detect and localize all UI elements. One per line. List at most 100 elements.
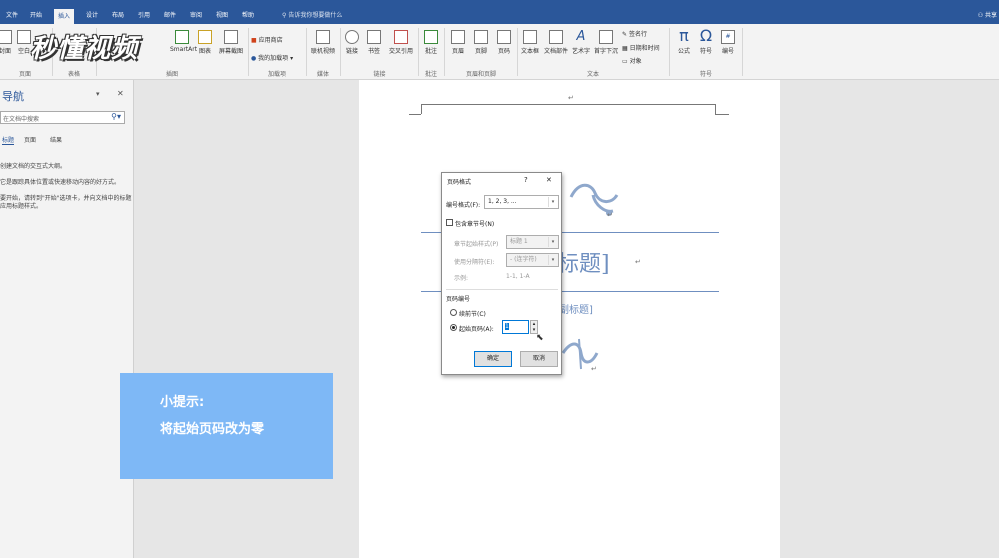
hint-overlay: 小提示: 将起始页码改为零 <box>120 373 333 479</box>
continue-radio[interactable] <box>450 309 457 316</box>
group-label-illustrations: 插图 <box>165 71 178 78</box>
symbol-button[interactable]: Ω 符号 <box>696 26 716 56</box>
paragraph-mark: ↵ <box>635 258 641 266</box>
group-separator <box>444 28 445 76</box>
footer-button[interactable]: 页脚 <box>471 30 491 55</box>
nav-tab-headings[interactable]: 标题 <box>2 135 15 145</box>
signature-line-button[interactable]: ✎ 签名行 <box>622 29 647 38</box>
chart-button[interactable]: 图表 <box>196 30 214 55</box>
group-separator <box>669 28 670 76</box>
start-at-input[interactable]: 1 <box>502 320 529 334</box>
textbox-icon <box>523 30 537 44</box>
drop-cap-button[interactable]: 首字下沉 <box>593 30 619 55</box>
wordart-icon: A <box>576 29 586 44</box>
tab-layout[interactable]: 布局 <box>108 8 128 24</box>
globe-link-icon <box>345 30 359 44</box>
number-button[interactable]: # 编号 <box>718 30 738 55</box>
doc-title[interactable]: 标题] <box>557 246 610 278</box>
smartart-button[interactable]: SmartArt <box>170 30 197 53</box>
cancel-button[interactable]: 取消 <box>520 351 558 367</box>
number-format-select[interactable]: 1, 2, 3, ... ▾ <box>484 195 559 209</box>
store-bag-icon: ■ <box>251 37 259 44</box>
nav-title: 导航 <box>2 90 24 103</box>
doc-subtitle[interactable]: 副标题] <box>559 301 593 316</box>
wordart-button[interactable]: A 艺术字 <box>571 29 591 56</box>
tab-references[interactable]: 引用 <box>134 8 154 24</box>
group-label-addins: 加载项 <box>267 71 286 78</box>
mouse-cursor-icon: ⬉ <box>536 333 544 343</box>
margin-marker <box>715 114 729 115</box>
navigation-pane: 导航 ▾ ✕ 在文档中搜索 ⚲▾ 标题 页面 结果 创建文档的交互式大纲。 它是… <box>0 80 134 558</box>
link-button[interactable]: 链接 <box>343 30 361 55</box>
tab-review[interactable]: 审阅 <box>186 8 206 24</box>
page-number-button[interactable]: 页码 <box>494 30 514 55</box>
start-at-spinner[interactable]: ▴ ▾ <box>530 320 538 334</box>
quick-parts-button[interactable]: 文档部件 <box>543 30 569 55</box>
close-button[interactable]: ✕ <box>546 176 552 184</box>
group-label-symbols: 符号 <box>699 71 712 78</box>
nav-options-button[interactable]: ▾ <box>96 90 100 98</box>
group-separator <box>517 28 518 76</box>
nav-search-input[interactable]: 在文档中搜索 <box>3 114 39 123</box>
tab-file[interactable]: 文件 <box>2 8 22 24</box>
store-button[interactable]: ■ 应用商店 <box>251 35 283 44</box>
include-chapter-label: 包含章节号(N) <box>455 221 495 228</box>
tab-home[interactable]: 开始 <box>26 8 46 24</box>
tab-insert[interactable]: 插入 <box>54 9 75 24</box>
bookmark-button[interactable]: 书签 <box>364 30 384 55</box>
online-video-button[interactable]: 联机视频 <box>308 30 338 55</box>
bar-chart-icon <box>198 30 212 44</box>
group-separator <box>340 28 341 76</box>
header-button[interactable]: 页眉 <box>448 30 468 55</box>
screenshot-button[interactable]: 屏幕截图 <box>216 30 246 55</box>
separator-select[interactable]: - (连字符) ▾ <box>506 253 559 267</box>
omega-icon: Ω <box>699 26 713 45</box>
number-format-label: 编号格式(F): <box>446 202 481 209</box>
search-icon[interactable]: ⚲▾ <box>111 112 121 121</box>
start-at-radio[interactable] <box>450 324 457 331</box>
chevron-down-icon: ▾ <box>548 237 557 247</box>
group-separator <box>306 28 307 76</box>
start-at-label: 起始页码(A): <box>459 326 494 333</box>
margin-marker <box>409 114 421 115</box>
group-label-header-footer: 页眉和页脚 <box>465 71 496 78</box>
nav-tab-results[interactable]: 结果 <box>50 135 62 144</box>
page-numbering-label: 页码编号 <box>446 296 471 303</box>
dialog-title: 页码格式 <box>447 179 472 186</box>
tab-mailings[interactable]: 邮件 <box>160 8 180 24</box>
watermark-logo: 秒懂视频 <box>30 34 139 64</box>
tab-help[interactable]: 帮助 <box>238 8 258 24</box>
comment-button[interactable]: 批注 <box>421 30 441 55</box>
tab-view[interactable]: 视图 <box>212 8 232 24</box>
textbox-button[interactable]: 文本框 <box>519 30 541 55</box>
tell-me-box[interactable]: ⚲ 告诉我你想要做什么 <box>282 8 342 24</box>
person-icon: ⚇ <box>977 12 985 19</box>
comment-icon <box>424 30 438 44</box>
nav-help-line: 创建文档的交互式大纲。 <box>0 163 67 170</box>
document-page[interactable]: ↵ ↵ 标题] ↵ 副标题] ↵ <box>359 80 780 558</box>
hint-text: 将起始页码改为零 <box>160 422 265 437</box>
chapter-style-select[interactable]: 标题 1 ▾ <box>506 235 559 249</box>
share-button[interactable]: ⚇ 共享 <box>978 8 999 24</box>
equation-button[interactable]: π 公式 <box>674 28 694 56</box>
cover-page-button[interactable]: 封面 <box>0 30 14 55</box>
close-icon[interactable]: ✕ <box>117 89 124 98</box>
chevron-down-icon: ▾ <box>548 255 557 265</box>
include-chapter-checkbox[interactable] <box>446 219 453 226</box>
drop-cap-icon <box>599 30 613 44</box>
nav-search-box[interactable]: 在文档中搜索 ⚲▾ <box>0 111 125 124</box>
nav-help-line: 它是跟踪具体位置或快速移动内容的好方式。 <box>0 179 121 186</box>
help-button[interactable]: ? <box>524 176 528 184</box>
paragraph-mark: ↵ <box>568 94 574 102</box>
ok-button[interactable]: 确定 <box>474 351 512 367</box>
my-addins-button[interactable]: ● 我的加载项 ▾ <box>251 53 293 62</box>
tab-design[interactable]: 设计 <box>82 8 102 24</box>
nav-tab-pages[interactable]: 页面 <box>24 135 36 144</box>
object-button[interactable]: ▭ 对象 <box>622 56 642 65</box>
page-number-format-dialog: 页码格式 ? ✕ 编号格式(F): 1, 2, 3, ... ▾ 包含章节号(N… <box>441 172 562 375</box>
header-icon <box>451 30 465 44</box>
cross-reference-button[interactable]: 交叉引用 <box>386 30 416 55</box>
date-time-button[interactable]: ▦ 日期和时间 <box>622 43 660 52</box>
group-separator <box>418 28 419 76</box>
group-label-media: 媒体 <box>316 71 329 78</box>
